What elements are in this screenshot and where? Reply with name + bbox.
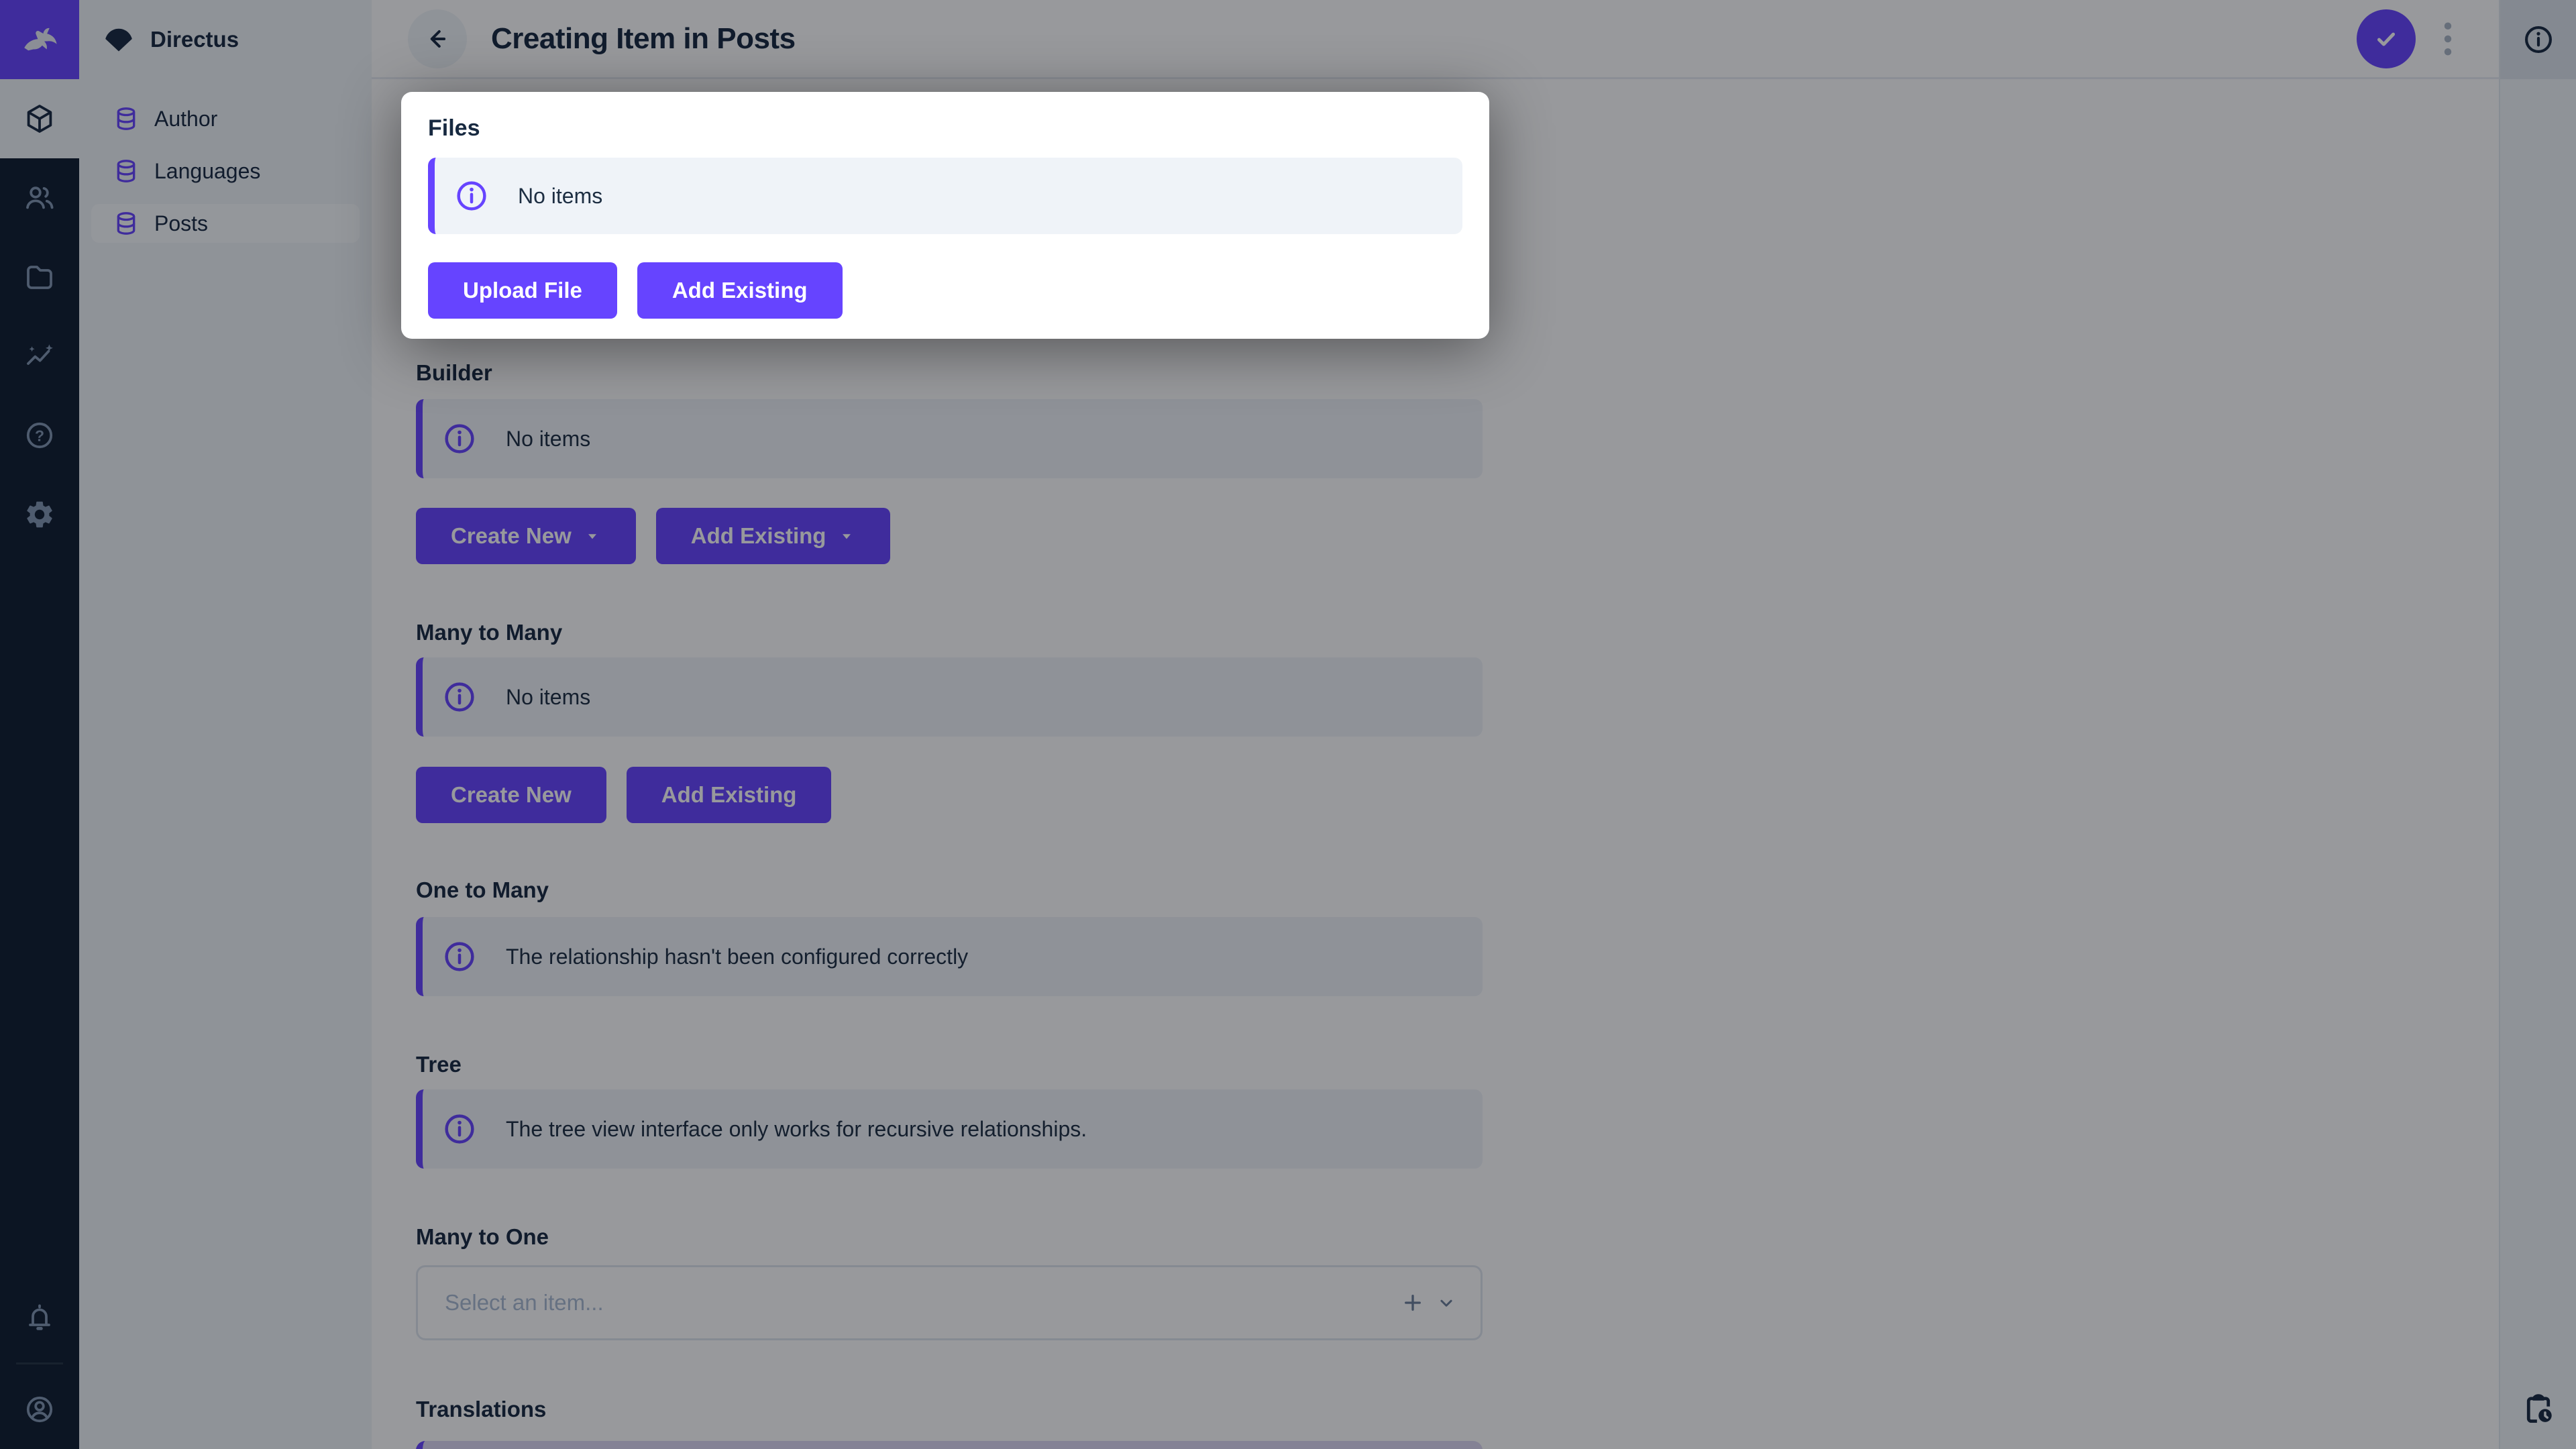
upload-file-button[interactable]: Upload File — [428, 262, 617, 319]
button-label: Upload File — [463, 278, 582, 303]
files-actions: Upload File Add Existing — [428, 262, 1462, 319]
field-label-files: Files — [428, 115, 480, 141]
files-add-existing-button[interactable]: Add Existing — [637, 262, 843, 319]
files-notice: No items — [428, 158, 1462, 234]
info-icon — [453, 178, 490, 214]
files-dialog: Files No items Upload File Add Existing — [401, 92, 1489, 339]
button-label: Add Existing — [672, 278, 808, 303]
notice-text: No items — [518, 183, 603, 208]
directus-app: ? Directus Author Languages Posts Creati… — [0, 0, 2576, 1449]
